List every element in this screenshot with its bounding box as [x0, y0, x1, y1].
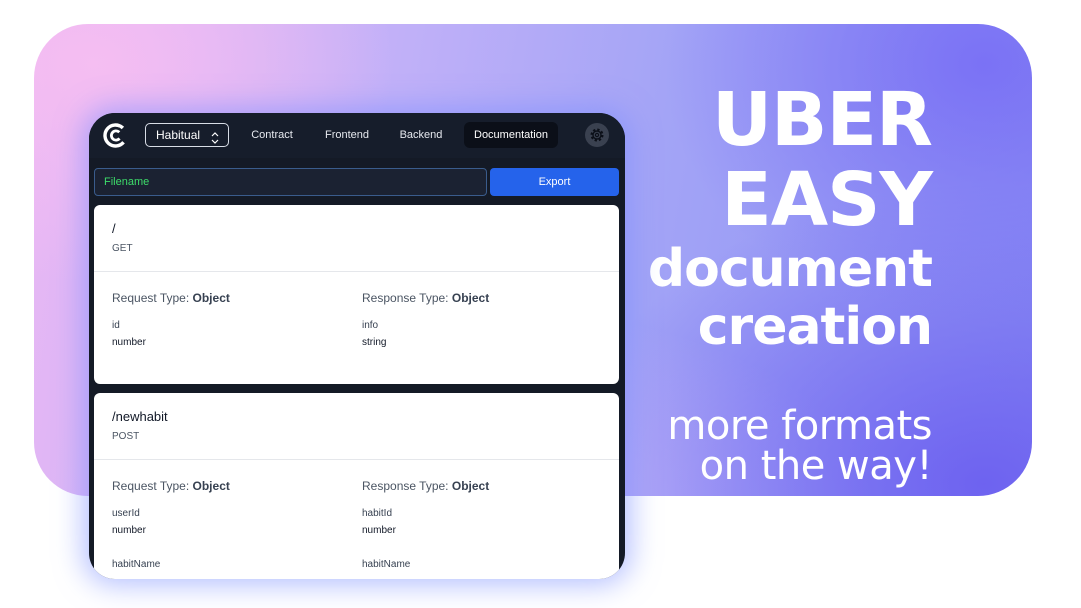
- chevron-up-down-icon: [211, 129, 219, 144]
- export-toolbar: Export: [89, 158, 625, 204]
- app-window: Habitual Contract Frontend Backend Docum…: [89, 113, 625, 579]
- divider: [94, 271, 619, 272]
- tab-documentation[interactable]: Documentation: [464, 122, 558, 148]
- tagline-line-2: on the way!: [699, 443, 933, 489]
- request-type-heading: Request Type: Object: [112, 291, 230, 305]
- response-type-label: Response Type:: [362, 291, 449, 305]
- request-type-heading: Request Type: Object: [112, 479, 230, 493]
- filename-input[interactable]: [94, 168, 487, 196]
- endpoint-method: GET: [112, 243, 133, 254]
- endpoint-path: /: [112, 221, 116, 236]
- endpoint-card-root: / GET Request Type: Object Response Type…: [94, 205, 619, 384]
- request-field-name: userId: [112, 508, 140, 519]
- tab-contract[interactable]: Contract: [238, 122, 306, 148]
- response-field-name: habitName: [362, 559, 411, 570]
- request-type-label: Request Type:: [112, 479, 190, 493]
- tab-frontend[interactable]: Frontend: [312, 122, 382, 148]
- request-type-label: Request Type:: [112, 291, 190, 305]
- endpoint-card-newhabit: /newhabit POST Request Type: Object Resp…: [94, 393, 619, 579]
- endpoint-method: POST: [112, 431, 140, 442]
- gear-icon: [590, 128, 604, 142]
- project-select[interactable]: Habitual: [145, 123, 229, 147]
- response-field-name: info: [362, 320, 379, 331]
- response-type-heading: Response Type: Object: [362, 479, 489, 493]
- headline-line-4: creation: [697, 297, 933, 357]
- app-logo-icon[interactable]: [102, 122, 129, 149]
- top-navbar: Habitual Contract Frontend Backend Docum…: [89, 113, 625, 158]
- response-field-name: habitId: [362, 508, 393, 519]
- response-type-value: Object: [451, 291, 490, 305]
- response-type-heading: Response Type: Object: [362, 291, 489, 305]
- divider: [94, 459, 619, 460]
- request-field-type: number: [112, 525, 146, 536]
- tab-backend[interactable]: Backend: [387, 122, 455, 148]
- settings-button[interactable]: [585, 123, 609, 147]
- headline-line-2: EASY: [721, 157, 933, 243]
- response-field-type: string: [362, 337, 387, 348]
- headline-line-3: document: [647, 239, 933, 299]
- tagline-line-1: more formats: [667, 403, 932, 449]
- request-type-value: Object: [192, 291, 230, 305]
- response-type-label: Response Type:: [362, 479, 449, 493]
- response-field-type: number: [362, 525, 396, 536]
- headline-line-1: UBER: [711, 77, 933, 163]
- project-select-value: Habitual: [156, 128, 201, 142]
- response-type-value: Object: [451, 479, 490, 493]
- headline: UBER EASY document creation: [647, 77, 933, 357]
- request-type-value: Object: [192, 479, 230, 493]
- export-button[interactable]: Export: [490, 168, 619, 196]
- request-field-name: id: [112, 320, 120, 331]
- request-field-name: habitName: [112, 559, 161, 570]
- endpoint-path: /newhabit: [112, 409, 168, 424]
- request-field-type: number: [112, 337, 146, 348]
- tagline: more formats on the way!: [667, 406, 932, 486]
